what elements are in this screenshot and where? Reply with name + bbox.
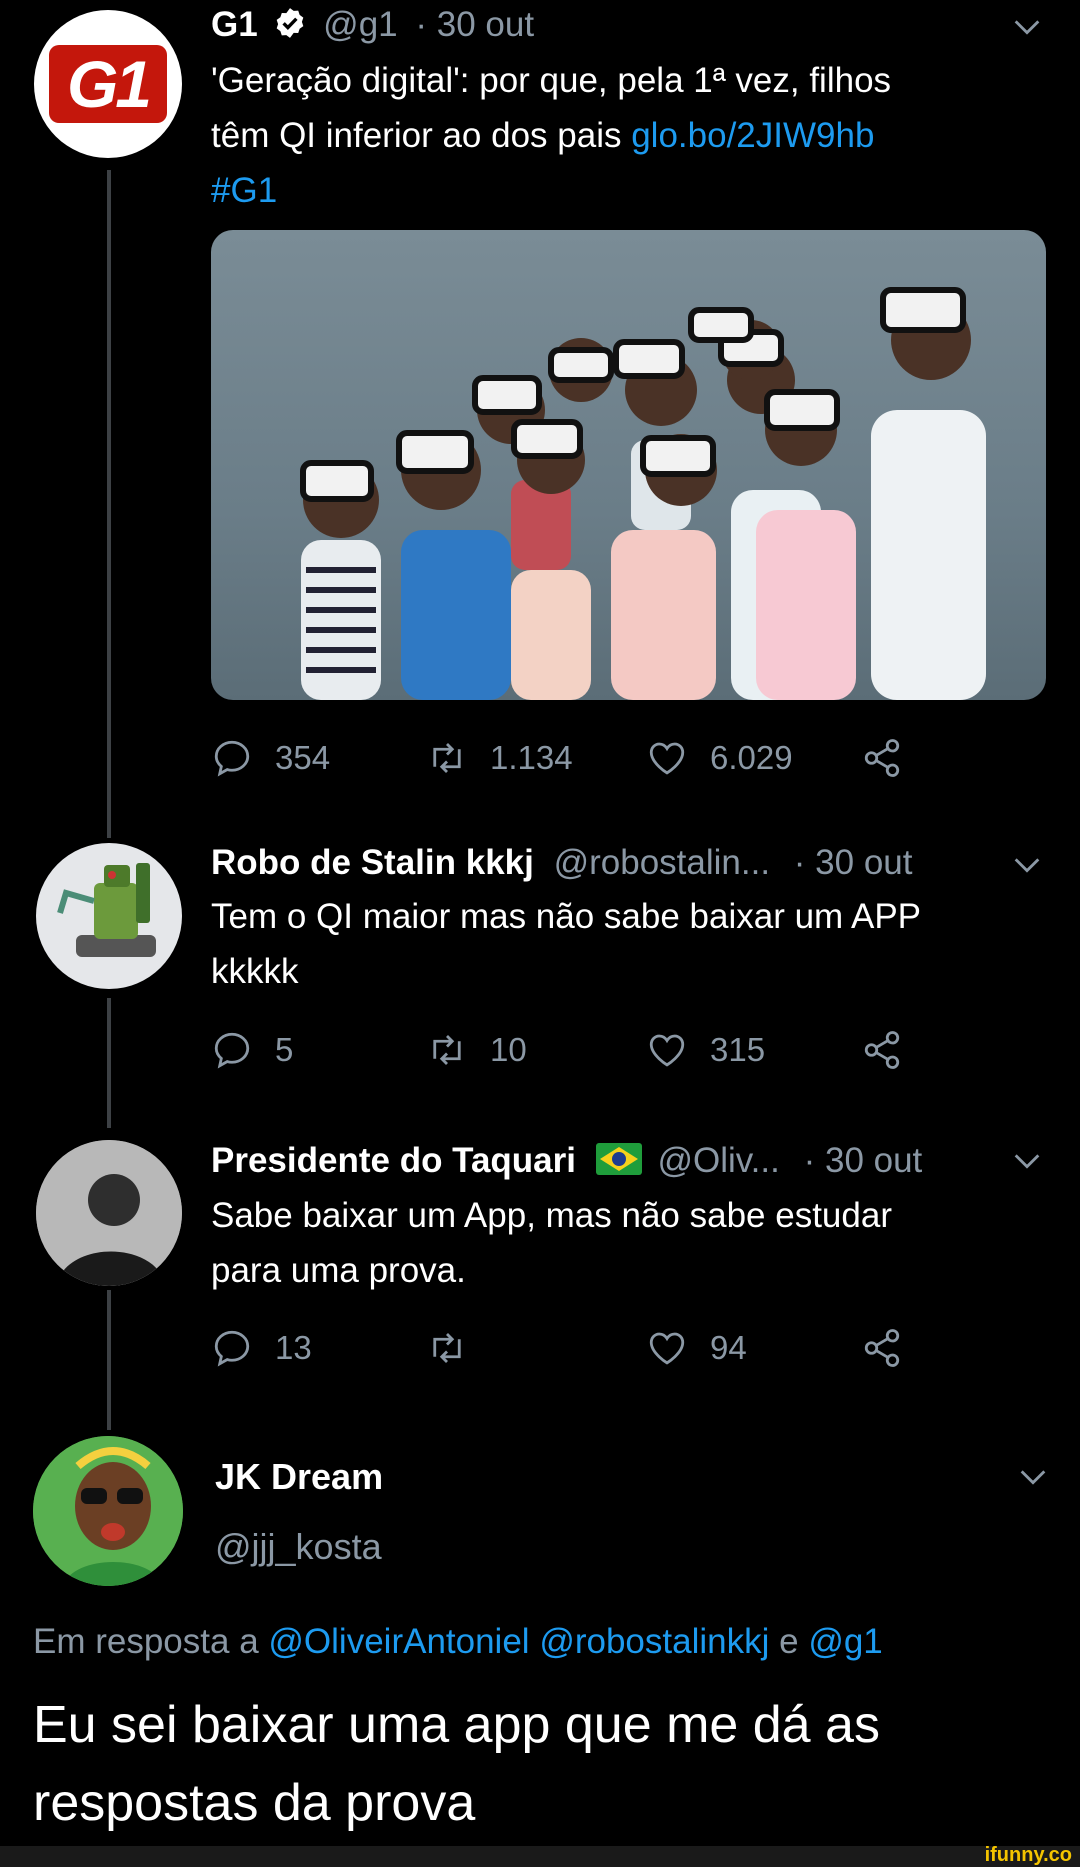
- watermark-logo: ifunny.co: [984, 1844, 1072, 1866]
- author-name[interactable]: JK Dream: [215, 1452, 383, 1502]
- chevron-down-icon[interactable]: [1010, 848, 1044, 882]
- kids-vr-illustration: [300, 287, 986, 700]
- like-button[interactable]: 6.029: [646, 733, 793, 783]
- tweet-text-line: kkkkk: [211, 952, 299, 991]
- heart-icon: [649, 1332, 685, 1365]
- reply-context: Em resposta a @OliveirAntoniel @robostal…: [33, 1617, 883, 1667]
- tweet-text-line: respostas da prova: [33, 1774, 476, 1832]
- share-button[interactable]: [861, 1323, 925, 1373]
- author-name[interactable]: G1: [211, 5, 258, 44]
- tweet-photo[interactable]: [211, 230, 1046, 700]
- robot-avatar-image: [57, 863, 156, 957]
- author-name-text: JK Dream: [215, 1456, 384, 1497]
- author-handle[interactable]: @g1: [323, 5, 397, 44]
- reply-count: 5: [275, 1031, 294, 1068]
- share-icon: [864, 1031, 900, 1069]
- chevron-down-icon[interactable]: [1016, 1460, 1050, 1494]
- tweet-text: Sabe baixar um App, mas não sabe estudar…: [211, 1188, 1041, 1298]
- mention-link[interactable]: @robostalinkkj: [539, 1622, 769, 1661]
- share-icon: [864, 1329, 900, 1367]
- avatar-robostalin[interactable]: [36, 843, 182, 989]
- person-avatar-image: [36, 1140, 182, 1286]
- tweet-header: Presidente do Taquari @Oliv... · 30 out: [211, 1136, 922, 1189]
- retweet-count: 10: [490, 1031, 527, 1068]
- author-name[interactable]: Presidente do Taquari: [211, 1141, 576, 1180]
- author-handle[interactable]: @jjj_kosta: [215, 1522, 382, 1572]
- reply-conjunction: e: [769, 1622, 809, 1661]
- tweet-header: Robo de Stalin kkkj @robostalin... · 30 …: [211, 838, 913, 888]
- reply-prefix: Em resposta a: [33, 1622, 269, 1661]
- chevron-down-icon[interactable]: [1010, 10, 1044, 44]
- person-avatar-image: [33, 1436, 183, 1586]
- avatar-presidente[interactable]: [36, 1140, 182, 1286]
- reply-icon: [214, 1032, 250, 1069]
- share-icon: [864, 739, 900, 777]
- retweet-icon: [433, 1333, 461, 1363]
- retweet-icon: [433, 1035, 461, 1065]
- reply-button[interactable]: 5: [211, 1025, 293, 1075]
- g1-logo-text: G1: [66, 47, 152, 121]
- tweet-actions: 13 94: [211, 1323, 911, 1373]
- avatar-jkdream[interactable]: [33, 1436, 183, 1586]
- verified-badge-icon: [273, 4, 307, 54]
- tweet-actions: 5 10 315: [211, 1025, 911, 1075]
- heart-icon: [649, 1034, 685, 1067]
- like-button[interactable]: 94: [646, 1323, 747, 1373]
- retweet-icon: [433, 743, 461, 773]
- tweet-text: 'Geração digital': por que, pela 1ª vez,…: [211, 53, 1031, 218]
- tweet-time[interactable]: · 30 out: [415, 5, 534, 44]
- tweet-text-line: Tem o QI maior mas não sabe baixar um AP…: [211, 897, 922, 936]
- chevron-down-icon[interactable]: [1010, 1144, 1044, 1178]
- reply-icon: [214, 1330, 250, 1367]
- mention-link[interactable]: @g1: [808, 1622, 882, 1661]
- like-count: 6.029: [710, 739, 793, 776]
- thread-line: [107, 998, 111, 1128]
- tweet-text-line: para uma prova.: [211, 1251, 466, 1290]
- hashtag-link[interactable]: #G1: [211, 163, 1031, 218]
- tweet-text: Tem o QI maior mas não sabe baixar um AP…: [211, 889, 1041, 999]
- tweet-text-line: Sabe baixar um App, mas não sabe estudar: [211, 1196, 892, 1235]
- thread-line: [107, 170, 111, 838]
- tweet-text-line: têm QI inferior ao dos pais glo.bo/2JIW9…: [211, 108, 1031, 163]
- author-handle[interactable]: @Oliv...: [657, 1141, 779, 1180]
- author-handle[interactable]: @robostalin...: [554, 843, 770, 882]
- tweet-text-line: 'Geração digital': por que, pela 1ª vez,…: [211, 61, 892, 100]
- retweet-button[interactable]: 10: [426, 1025, 527, 1075]
- share-button[interactable]: [861, 733, 925, 783]
- like-button[interactable]: 315: [646, 1025, 765, 1075]
- tweet-text-fragment: têm QI inferior ao dos pais: [211, 116, 632, 155]
- mention-link[interactable]: @OliveirAntoniel: [268, 1622, 529, 1661]
- retweet-count: 1.134: [490, 739, 573, 776]
- reply-button[interactable]: 13: [211, 1323, 312, 1373]
- reply-count: 13: [275, 1329, 312, 1366]
- brazil-flag-icon: [595, 1139, 642, 1189]
- tweet-header: G1 @g1 · 30 out: [211, 0, 534, 54]
- tweet-actions: 354 1.134 6.029: [211, 733, 911, 783]
- reply-count: 354: [275, 739, 331, 776]
- reply-button[interactable]: 354: [211, 733, 330, 783]
- share-button[interactable]: [861, 1025, 925, 1075]
- retweet-button[interactable]: [426, 1323, 490, 1373]
- retweet-button[interactable]: 1.134: [426, 733, 573, 783]
- watermark-bar: ifunny.co: [0, 1844, 1080, 1867]
- tweet-text: Eu sei baixar uma app que me dá as respo…: [33, 1686, 1053, 1842]
- thread-line: [107, 1290, 111, 1430]
- like-count: 315: [710, 1031, 766, 1068]
- tweet-time[interactable]: · 30 out: [804, 1141, 923, 1180]
- author-name[interactable]: Robo de Stalin kkkj: [211, 843, 534, 882]
- avatar-g1[interactable]: G1: [34, 10, 182, 158]
- like-count: 94: [710, 1329, 747, 1366]
- heart-icon: [649, 742, 685, 775]
- g1-logo: G1: [49, 45, 167, 123]
- reply-icon: [214, 740, 250, 777]
- tweet-time[interactable]: · 30 out: [794, 843, 913, 882]
- article-link[interactable]: glo.bo/2JIW9hb: [631, 116, 874, 155]
- tweet-text-line: Eu sei baixar uma app que me dá as: [33, 1696, 880, 1754]
